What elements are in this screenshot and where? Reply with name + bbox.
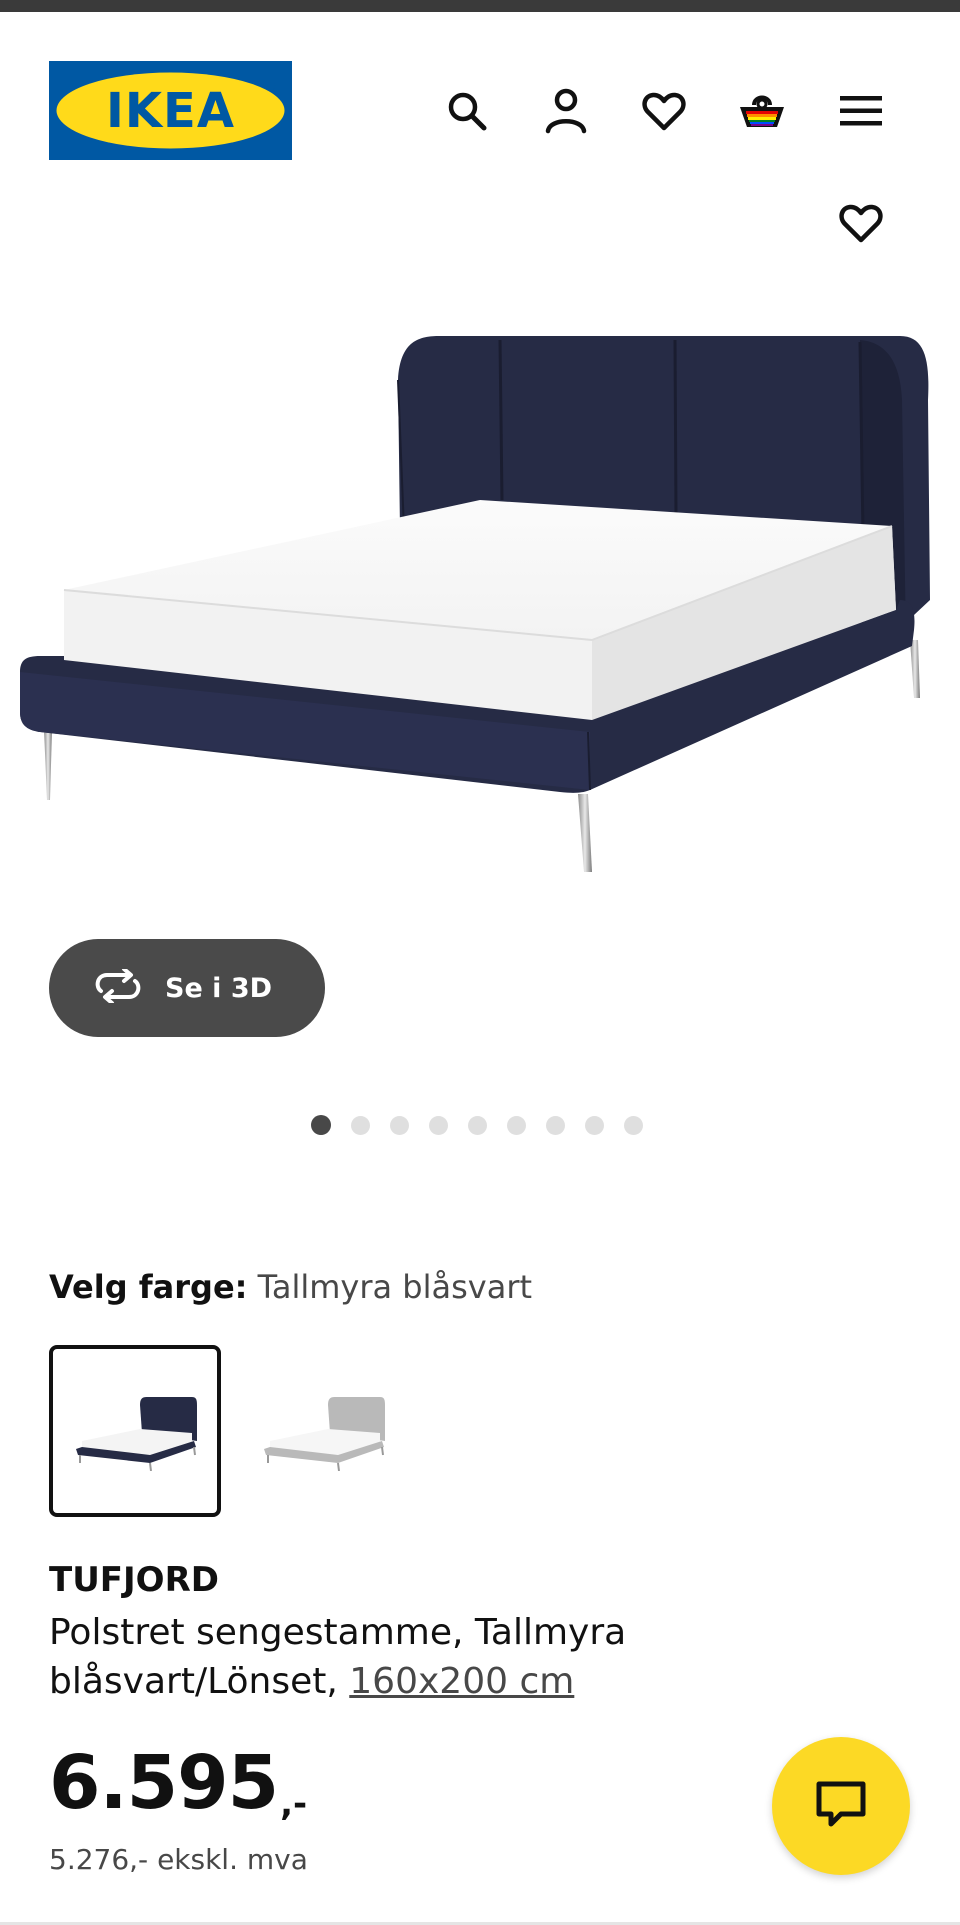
cart-button[interactable] <box>732 81 792 141</box>
heart-icon <box>642 91 686 131</box>
size-link[interactable]: 160x200 cm <box>349 1661 574 1702</box>
product-image[interactable] <box>0 300 960 900</box>
product-name: TUFJORD <box>49 1560 219 1600</box>
image-carousel-dots <box>311 1114 643 1136</box>
carousel-dot[interactable] <box>468 1115 487 1135</box>
site-header: IKEA <box>0 12 960 182</box>
profile-button[interactable] <box>536 81 596 141</box>
carousel-dot[interactable] <box>585 1115 604 1135</box>
search-icon <box>446 90 488 132</box>
chat-icon <box>815 1780 867 1833</box>
product-price: 6.595 ,- <box>49 1737 307 1829</box>
selected-color-name: Tallmyra blåsvart <box>257 1268 533 1306</box>
rotate-3d-icon <box>93 966 143 1008</box>
color-swatch-tallmyra-blasvart[interactable] <box>49 1345 221 1517</box>
price-excluding-vat: 5.276,- ekskl. mva <box>49 1843 308 1876</box>
profile-icon <box>544 88 588 134</box>
carousel-dot[interactable] <box>507 1115 526 1135</box>
color-swatch-gra[interactable] <box>237 1345 409 1517</box>
view-in-3d-label: Se i 3D <box>165 972 273 1004</box>
search-button[interactable] <box>437 81 497 141</box>
chat-button[interactable] <box>772 1737 910 1875</box>
shopping-bag-icon <box>737 91 787 131</box>
menu-button[interactable] <box>831 81 891 141</box>
carousel-dot[interactable] <box>624 1115 643 1135</box>
price-suffix: ,- <box>280 1784 308 1824</box>
carousel-dot[interactable] <box>429 1115 448 1135</box>
carousel-dot[interactable] <box>311 1115 331 1135</box>
carousel-dot[interactable] <box>546 1115 565 1135</box>
heart-icon <box>839 203 883 248</box>
carousel-dot[interactable] <box>390 1115 409 1135</box>
ikea-logo[interactable]: IKEA <box>49 61 292 160</box>
price-amount: 6.595 <box>49 1740 279 1826</box>
carousel-dot[interactable] <box>351 1115 370 1135</box>
color-label: Velg farge: <box>49 1268 248 1306</box>
hamburger-menu-icon <box>840 95 882 127</box>
svg-text:IKEA: IKEA <box>106 83 235 139</box>
color-selection: Velg farge: Tallmyra blåsvart <box>49 1268 532 1306</box>
product-description: Polstret sengestamme, Tallmyra blåsvart/… <box>49 1608 709 1706</box>
product-favourite-button[interactable] <box>831 195 891 255</box>
status-bar <box>0 0 960 12</box>
view-in-3d-button[interactable]: Se i 3D <box>49 939 325 1037</box>
favourites-button[interactable] <box>634 81 694 141</box>
